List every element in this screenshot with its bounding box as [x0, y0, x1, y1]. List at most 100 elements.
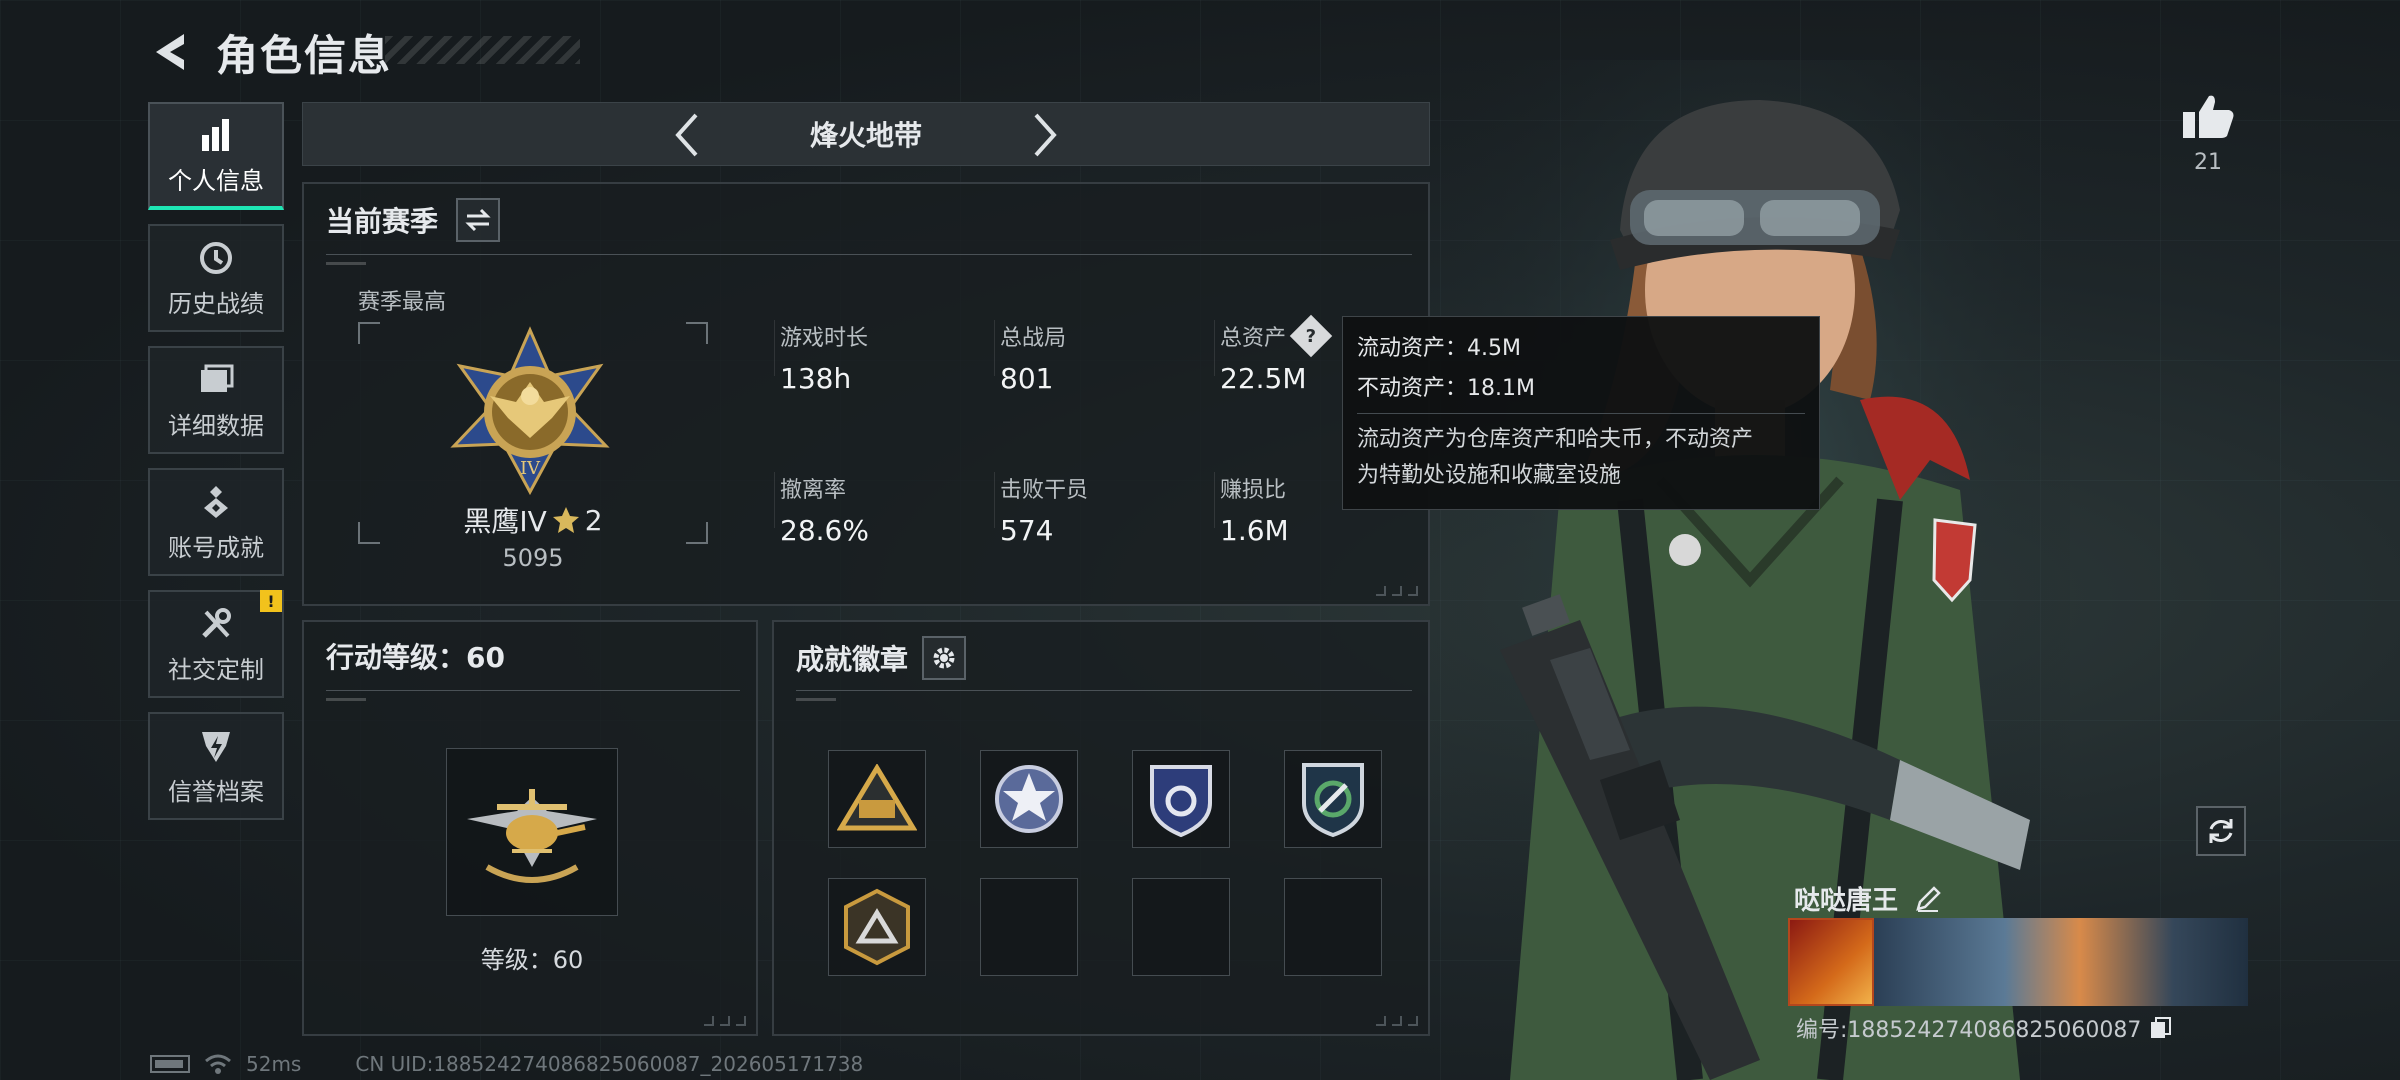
banner-artwork [1874, 918, 2248, 1006]
nav-item-achievements[interactable]: 账号成就 [148, 468, 284, 576]
nav-item-label: 社交定制 [168, 655, 264, 684]
nav-item-label: 详细数据 [168, 411, 264, 440]
medal-icon [196, 482, 236, 522]
shield-green-badge-icon [1302, 763, 1364, 838]
player-name: 哒哒唐王 [1794, 886, 1899, 916]
star-round-badge-icon [995, 765, 1063, 833]
folder-icon [196, 360, 236, 400]
prev-mode-arrow-icon[interactable] [663, 111, 711, 159]
stat-profit-loss-ratio: 赚损比 1.6M [1220, 478, 1289, 547]
rank-display: IV 黑鹰IV 2 5095 [358, 322, 708, 572]
nav-item-reputation[interactable]: 信誉档案 [148, 712, 284, 820]
badge-slot-7-empty[interactable] [1132, 878, 1230, 976]
corner-decoration [1376, 586, 1418, 596]
history-clock-icon [196, 238, 236, 278]
rank-score: 5095 [502, 544, 564, 572]
refresh-icon [2209, 819, 2233, 843]
divider-tick [326, 262, 366, 265]
action-level-title: 行动等级：60 [326, 641, 505, 674]
badge-slot-6-empty[interactable] [980, 878, 1078, 976]
fixed-assets-text: 不动资产：18.1M [1357, 376, 1535, 401]
nav-item-label: 历史战绩 [168, 289, 264, 318]
nav-item-label: 个人信息 [168, 166, 264, 195]
helicopter-emblem-icon [467, 789, 597, 883]
bar-chart-icon [196, 115, 236, 155]
badge-slot-4[interactable] [1284, 750, 1382, 848]
divider-tick [796, 698, 836, 701]
divider [796, 690, 1412, 691]
player-id-row: 编号:188524274086825060087 [1796, 1012, 2173, 1044]
badge-settings-button[interactable] [922, 636, 967, 680]
action-level-panel: 行动等级：60 等级：60 [302, 620, 758, 1036]
divider [326, 690, 740, 691]
next-mode-arrow-icon[interactable] [1021, 111, 1069, 159]
badge-slot-2[interactable] [980, 750, 1078, 848]
stat-extraction-rate: 撤离率 28.6% [780, 478, 869, 547]
nav-item-detailed-data[interactable]: 详细数据 [148, 346, 284, 454]
top-bar: 角色信息 [148, 22, 392, 82]
wrench-icon [196, 604, 236, 644]
stat-operators-defeated: 击败干员 574 [1000, 478, 1089, 547]
gear-icon [933, 647, 955, 669]
switch-season-button[interactable] [456, 198, 501, 242]
like-count: 21 [2194, 150, 2222, 175]
uid-text: CN UID:188524274086825060087_20260517173… [355, 1052, 864, 1076]
rank-name: 黑鹰IV [463, 505, 547, 538]
stat-total-matches: 总战局 801 [1000, 326, 1067, 395]
corner-decoration [1376, 1016, 1418, 1026]
ping-text: 52ms [246, 1052, 302, 1076]
refresh-button[interactable] [2196, 806, 2246, 856]
triangle-squad-badge-icon [837, 764, 917, 831]
swap-arrows-icon [465, 208, 491, 232]
black-hawk-rank-emblem: IV [440, 326, 620, 496]
mode-title: 烽火地带 [809, 119, 922, 152]
player-id: 编号:188524274086825060087 [1796, 1018, 2142, 1043]
title-stripe-decoration [385, 36, 580, 64]
season-best-label: 赛季最高 [358, 290, 447, 315]
like-button[interactable]: 21 [2176, 92, 2240, 175]
rank-stars: 2 [584, 503, 603, 537]
badge-slot-8-empty[interactable] [1284, 878, 1382, 976]
player-name-row: 哒哒唐王 [1794, 880, 1942, 917]
achievement-badges-panel: 成就徽章 [772, 620, 1430, 1036]
edit-pencil-icon[interactable] [1914, 885, 1942, 913]
tooltip-description-line-1: 流动资产为仓库资产和哈夫币，不动资产 [1357, 427, 1754, 452]
divider [326, 254, 1412, 255]
player-banner[interactable] [1788, 918, 2248, 1006]
action-level-emblem[interactable] [446, 748, 618, 916]
season-header: 当前赛季 [326, 198, 501, 242]
reputation-shield-icon [196, 726, 236, 766]
level-text: 等级：60 [480, 946, 584, 974]
rank-name-row: 黑鹰IV 2 [358, 500, 708, 540]
season-panel: 当前赛季 赛季最高 IV 黑鹰IV 2 5095 游戏时长 138h 总战局 8… [302, 182, 1430, 606]
page-title: 角色信息 [216, 30, 393, 80]
stat-total-assets: 总资产 ? 22.5M [1220, 314, 1333, 395]
corner-decoration [704, 1016, 746, 1026]
status-bar: 52ms CN UID:188524274086825060087_202605… [150, 1052, 863, 1076]
badge-slot-5[interactable] [828, 878, 926, 976]
battery-icon [150, 1055, 190, 1073]
left-nav: 个人信息 历史战绩 详细数据 账号成就 社交定制 ! 信誉档案 [148, 102, 284, 834]
divider-tick [326, 698, 366, 701]
badge-slot-3[interactable] [1132, 750, 1230, 848]
thumbs-up-icon [2183, 95, 2234, 138]
wifi-icon [205, 1054, 231, 1074]
svg-text:IV: IV [520, 458, 541, 479]
nav-item-social-custom[interactable]: 社交定制 ! [148, 590, 284, 698]
nav-item-label: 信誉档案 [168, 777, 264, 806]
star-icon [552, 507, 579, 533]
help-question-icon[interactable]: ? [1289, 314, 1333, 358]
liquid-assets-text: 流动资产：4.5M [1357, 336, 1521, 361]
nav-item-personal-info[interactable]: 个人信息 [148, 102, 284, 210]
copy-icon[interactable] [2149, 1016, 2173, 1040]
back-arrow-icon[interactable] [148, 30, 192, 74]
assets-tooltip: 流动资产：4.5M 不动资产：18.1M 流动资产为仓库资产和哈夫币，不动资产 … [1342, 316, 1820, 510]
nav-item-label: 账号成就 [168, 533, 264, 562]
badge-slot-1[interactable] [828, 750, 926, 848]
stat-play-time: 游戏时长 138h [780, 326, 869, 395]
tooltip-description-line-2: 为特勤处设施和收藏室设施 [1357, 463, 1622, 488]
mode-selector: 烽火地带 [302, 102, 1430, 166]
nav-item-history[interactable]: 历史战绩 [148, 224, 284, 332]
hexagon-gold-badge-icon [844, 888, 910, 966]
shield-blue-badge-icon [1150, 765, 1212, 838]
